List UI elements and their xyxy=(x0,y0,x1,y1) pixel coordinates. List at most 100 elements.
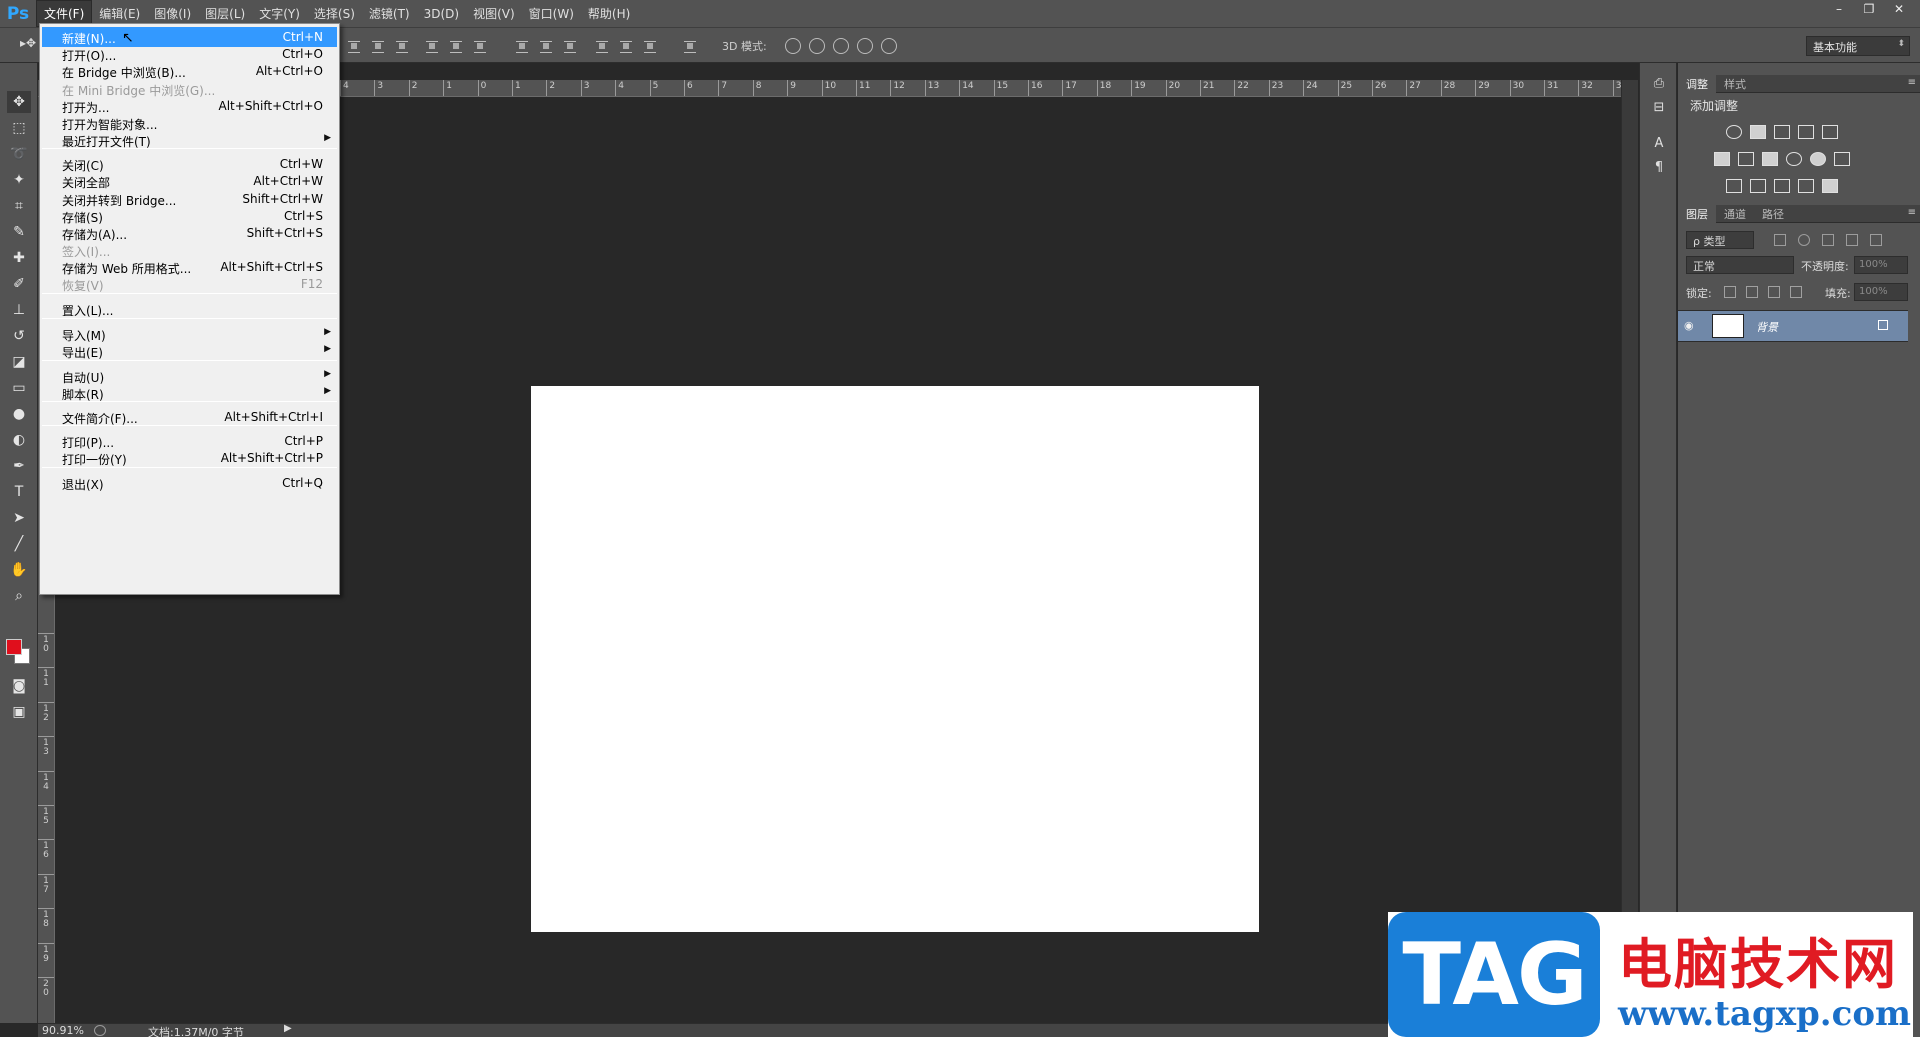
brush-tool-icon[interactable]: ✐ xyxy=(7,273,31,295)
3d-slide-icon[interactable] xyxy=(857,38,873,54)
levels-icon[interactable] xyxy=(1750,125,1766,139)
layer-row-background[interactable]: ◉ 背景 xyxy=(1678,310,1908,342)
auto-align-icon[interactable] xyxy=(682,38,698,54)
distribute-right-icon[interactable] xyxy=(642,38,658,54)
file-menu-item[interactable]: 脚本(R) ▶ xyxy=(42,383,337,403)
clone-stamp-tool-icon[interactable]: ⊥ xyxy=(7,299,31,321)
pen-tool-icon[interactable]: ✒ xyxy=(7,455,31,477)
eraser-tool-icon[interactable]: ◪ xyxy=(7,351,31,373)
status-menu-arrow-icon[interactable]: ▶ xyxy=(284,1023,292,1034)
file-menu-item[interactable]: 打印一份(Y) Alt+Shift+Ctrl+P xyxy=(42,448,337,468)
tab-layers[interactable]: 图层 xyxy=(1678,205,1716,223)
posterize-icon[interactable] xyxy=(1750,179,1766,193)
lock-all-icon[interactable] xyxy=(1790,286,1802,298)
file-menu-item[interactable]: 置入(L)... xyxy=(42,299,337,319)
crop-tool-icon[interactable]: ⌗ xyxy=(7,195,31,217)
menu-help[interactable]: 帮助(H) xyxy=(581,0,637,27)
document-canvas[interactable] xyxy=(531,386,1259,932)
gradient-tool-icon[interactable]: ▭ xyxy=(7,377,31,399)
channel-mixer-icon[interactable] xyxy=(1810,152,1826,166)
align-bottom-icon[interactable] xyxy=(394,38,410,54)
file-menu-item[interactable]: 退出(X) Ctrl+Q xyxy=(42,473,337,493)
zoom-level[interactable]: 90.91% xyxy=(42,1024,84,1037)
vertical-scrollbar[interactable] xyxy=(1621,80,1638,1023)
lock-image-icon[interactable] xyxy=(1746,286,1758,298)
file-menu-item[interactable]: 文件简介(F)... Alt+Shift+Ctrl+I xyxy=(42,407,337,427)
menu-window[interactable]: 窗口(W) xyxy=(522,0,581,27)
restore-button[interactable]: ❐ xyxy=(1854,0,1884,18)
blend-mode-select[interactable]: 正常 xyxy=(1686,256,1794,274)
hand-tool-icon[interactable]: ✋ xyxy=(7,559,31,581)
screen-mode-icon[interactable]: ▣ xyxy=(7,701,31,723)
foreground-color-swatch[interactable] xyxy=(6,639,22,655)
3d-pan-icon[interactable] xyxy=(833,38,849,54)
path-selection-tool-icon[interactable]: ➤ xyxy=(7,507,31,529)
magic-wand-tool-icon[interactable]: ✦ xyxy=(7,169,31,191)
file-menu-item[interactable]: 最近打开文件(T) ▶ xyxy=(42,130,337,150)
black-white-icon[interactable] xyxy=(1762,152,1778,166)
paragraph-panel-icon[interactable]: ¶ xyxy=(1649,157,1669,177)
align-hcenter-icon[interactable] xyxy=(448,38,464,54)
history-brush-tool-icon[interactable]: ↺ xyxy=(7,325,31,347)
align-vcenter-icon[interactable] xyxy=(370,38,386,54)
menu-3d[interactable]: 3D(D) xyxy=(417,0,466,27)
marquee-tool-icon[interactable]: ⬚ xyxy=(7,117,31,139)
distribute-bottom-icon[interactable] xyxy=(562,38,578,54)
lock-position-icon[interactable] xyxy=(1768,286,1780,298)
menu-filter[interactable]: 滤镜(T) xyxy=(362,0,417,27)
3d-roll-icon[interactable] xyxy=(809,38,825,54)
file-menu-item[interactable]: 关闭全部 Alt+Ctrl+W xyxy=(42,171,337,191)
type-tool-icon[interactable]: T xyxy=(7,481,31,503)
menu-view[interactable]: 视图(V) xyxy=(466,0,522,27)
distribute-vcenter-icon[interactable] xyxy=(538,38,554,54)
vibrance-icon[interactable] xyxy=(1822,125,1838,139)
eye-icon[interactable]: ◉ xyxy=(1684,319,1700,333)
align-top-icon[interactable] xyxy=(346,38,362,54)
tab-adjustments[interactable]: 调整 xyxy=(1678,75,1716,93)
close-button[interactable]: ✕ xyxy=(1884,0,1914,18)
filter-pixel-icon[interactable] xyxy=(1774,234,1786,246)
panel-menu-icon[interactable]: ≡ xyxy=(1908,207,1916,218)
fill-input[interactable]: 100% xyxy=(1854,283,1908,301)
file-menu-item[interactable]: 导出(E) ▶ xyxy=(42,341,337,361)
filter-adjustment-icon[interactable] xyxy=(1798,234,1810,246)
color-balance-icon[interactable] xyxy=(1738,152,1754,166)
gradient-map-icon[interactable] xyxy=(1822,179,1838,193)
align-left-icon[interactable] xyxy=(424,38,440,54)
properties-panel-icon[interactable]: ⊟ xyxy=(1649,97,1669,117)
invert-icon[interactable] xyxy=(1726,179,1742,193)
zoom-tool-icon[interactable]: ⌕ xyxy=(7,585,31,607)
blur-tool-icon[interactable]: ● xyxy=(7,403,31,425)
healing-brush-tool-icon[interactable]: ✚ xyxy=(7,247,31,269)
layer-filter-select[interactable]: ρ 类型 xyxy=(1686,231,1754,249)
move-tool-preset-icon[interactable]: ▸✥ xyxy=(20,36,40,54)
opacity-input[interactable]: 100% xyxy=(1854,256,1908,274)
lock-transparent-icon[interactable] xyxy=(1724,286,1736,298)
eyedropper-tool-icon[interactable]: ✎ xyxy=(7,221,31,243)
3d-rotate-icon[interactable] xyxy=(785,38,801,54)
workspace-select[interactable]: 基本功能 ⬍ xyxy=(1806,36,1910,56)
dodge-tool-icon[interactable]: ◐ xyxy=(7,429,31,451)
tab-channels[interactable]: 通道 xyxy=(1716,205,1754,223)
distribute-hcenter-icon[interactable] xyxy=(618,38,634,54)
move-tool-icon[interactable]: ✥ xyxy=(7,91,31,113)
ps-logo[interactable]: Ps xyxy=(0,0,36,27)
tab-paths[interactable]: 路径 xyxy=(1754,205,1792,223)
filter-shape-icon[interactable] xyxy=(1846,234,1858,246)
curves-icon[interactable] xyxy=(1774,125,1790,139)
history-panel-icon[interactable]: ⎙ xyxy=(1649,73,1669,93)
photo-filter-icon[interactable] xyxy=(1786,152,1802,166)
filter-type-icon[interactable] xyxy=(1822,234,1834,246)
3d-scale-icon[interactable] xyxy=(881,38,897,54)
hue-saturation-icon[interactable] xyxy=(1714,152,1730,166)
distribute-top-icon[interactable] xyxy=(514,38,530,54)
align-right-icon[interactable] xyxy=(472,38,488,54)
color-lookup-icon[interactable] xyxy=(1834,152,1850,166)
file-menu-item[interactable]: 在 Bridge 中浏览(B)... Alt+Ctrl+O xyxy=(42,61,337,81)
quick-mask-icon[interactable]: ◙ xyxy=(7,675,31,697)
line-tool-icon[interactable]: ╱ xyxy=(7,533,31,555)
panel-menu-icon[interactable]: ≡ xyxy=(1908,77,1916,88)
exposure-icon[interactable] xyxy=(1798,125,1814,139)
distribute-left-icon[interactable] xyxy=(594,38,610,54)
tab-styles[interactable]: 样式 xyxy=(1716,75,1754,93)
